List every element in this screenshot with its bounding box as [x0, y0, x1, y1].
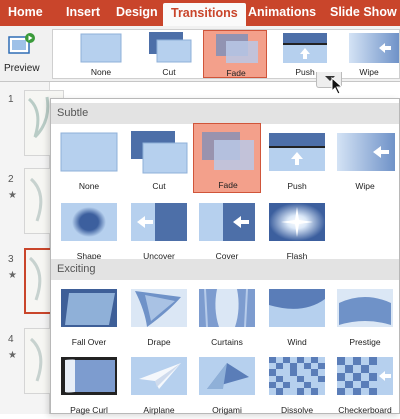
ribbon-transition-push[interactable]: Push — [273, 30, 337, 78]
preview-icon — [8, 33, 35, 54]
ribbon-transition-none[interactable]: None — [69, 30, 133, 78]
slide-number: 3 — [8, 254, 14, 265]
fade-transition-icon — [216, 34, 258, 63]
transition-prestige[interactable]: Prestige — [331, 281, 399, 351]
none-transition-icon — [60, 132, 118, 172]
transition-fall-over[interactable]: Fall Over — [55, 281, 123, 351]
transition-drape[interactable]: Drape — [125, 281, 193, 351]
transition-label: Fall Over — [71, 337, 107, 347]
ribbon-transition-cut[interactable]: Cut — [137, 30, 201, 78]
transition-label: Prestige — [349, 337, 381, 347]
slide-thumbnail-panel: 1 2 ★ 3 ★ 4 ★ — [0, 82, 64, 414]
shape-transition-icon — [61, 203, 117, 241]
transition-label: Curtains — [211, 337, 243, 347]
slide-transition-star-icon: ★ — [8, 270, 17, 281]
cut-transition-icon — [131, 131, 188, 174]
origami-transition-icon — [199, 357, 255, 395]
none-transition-icon — [80, 33, 122, 63]
preview-label: Preview — [4, 63, 40, 74]
ribbon-transition-fade[interactable]: Fade — [203, 30, 267, 78]
drape-transition-icon — [131, 289, 187, 327]
transition-checkerboard[interactable]: Checkerboard — [331, 349, 399, 419]
prestige-transition-icon — [337, 289, 393, 327]
transition-label: Drape — [147, 337, 171, 347]
slide-transition-star-icon: ★ — [8, 190, 17, 201]
transition-label: Cut — [152, 181, 166, 191]
transition-label: Wind — [287, 337, 307, 347]
transition-page-curl[interactable]: Page Curl — [55, 349, 123, 419]
tab-slide-show[interactable]: Slide Show — [330, 5, 397, 19]
tab-transitions[interactable]: Transitions — [163, 3, 246, 26]
ribbon-transition-label: None — [90, 67, 112, 77]
slide-transition-star-icon: ★ — [8, 350, 17, 361]
ribbon-transition-label: Cut — [162, 67, 176, 77]
mouse-cursor-icon — [331, 77, 344, 95]
slide-number: 2 — [8, 174, 14, 185]
ribbon-transition-wipe[interactable]: Wipe — [337, 30, 400, 78]
transition-gallery-dropdown: Subtle None Cut Fade Push Wipe Shape Unc… — [50, 98, 400, 415]
transition-wind[interactable]: Wind — [263, 281, 331, 351]
tab-design[interactable]: Design — [116, 5, 158, 19]
transition-dissolve[interactable]: Dissolve — [263, 349, 331, 419]
transition-label: Fade — [218, 180, 238, 190]
section-header-exciting: Exciting — [51, 259, 399, 280]
dissolve-transition-icon — [269, 357, 325, 395]
transition-label: Push — [287, 181, 307, 191]
transition-cut[interactable]: Cut — [125, 125, 193, 195]
flash-transition-icon — [269, 203, 325, 241]
transition-uncover[interactable]: Uncover — [125, 195, 193, 265]
wind-transition-icon — [269, 289, 325, 327]
preview-button[interactable]: Preview — [4, 30, 40, 76]
ribbon-transition-gallery: None Cut Fade Push Wipe — [52, 29, 400, 79]
slide-number: 4 — [8, 334, 14, 345]
transition-cover[interactable]: Cover — [193, 195, 261, 265]
wipe-transition-icon — [337, 133, 395, 171]
tab-insert[interactable]: Insert — [66, 5, 100, 19]
transition-flash[interactable]: Flash — [263, 195, 331, 265]
ribbon-tab-bar: Home Insert Design Transitions Animation… — [0, 0, 400, 26]
cover-transition-icon — [199, 203, 255, 241]
push-transition-icon — [269, 133, 325, 171]
transition-curtains[interactable]: Curtains — [193, 281, 261, 351]
ribbon-transition-label: Fade — [226, 68, 246, 78]
tab-animations[interactable]: Animations — [248, 5, 316, 19]
transition-airplane[interactable]: Airplane — [125, 349, 193, 419]
section-header-subtle: Subtle — [51, 103, 399, 124]
transition-label: None — [78, 181, 100, 191]
transition-wipe[interactable]: Wipe — [331, 125, 399, 195]
tab-home[interactable]: Home — [8, 5, 43, 19]
wipe-transition-icon — [349, 33, 399, 63]
checkerboard-transition-icon — [337, 357, 393, 395]
slide-number: 1 — [8, 94, 14, 105]
push-transition-icon — [283, 33, 327, 63]
transition-origami[interactable]: Origami — [193, 349, 261, 419]
transition-push[interactable]: Push — [263, 125, 331, 195]
ribbon-transition-label: Wipe — [359, 67, 379, 77]
page-curl-transition-icon — [61, 357, 117, 395]
fall-over-transition-icon — [61, 289, 117, 327]
transition-label: Wipe — [355, 181, 375, 191]
transition-shape[interactable]: Shape — [55, 195, 123, 265]
curtains-transition-icon — [199, 288, 255, 328]
fade-transition-icon — [202, 132, 254, 170]
cut-transition-icon — [149, 32, 192, 63]
transition-none[interactable]: None — [55, 125, 123, 195]
airplane-transition-icon — [131, 357, 187, 395]
transition-fade[interactable]: Fade — [193, 123, 261, 193]
uncover-transition-icon — [131, 203, 187, 241]
